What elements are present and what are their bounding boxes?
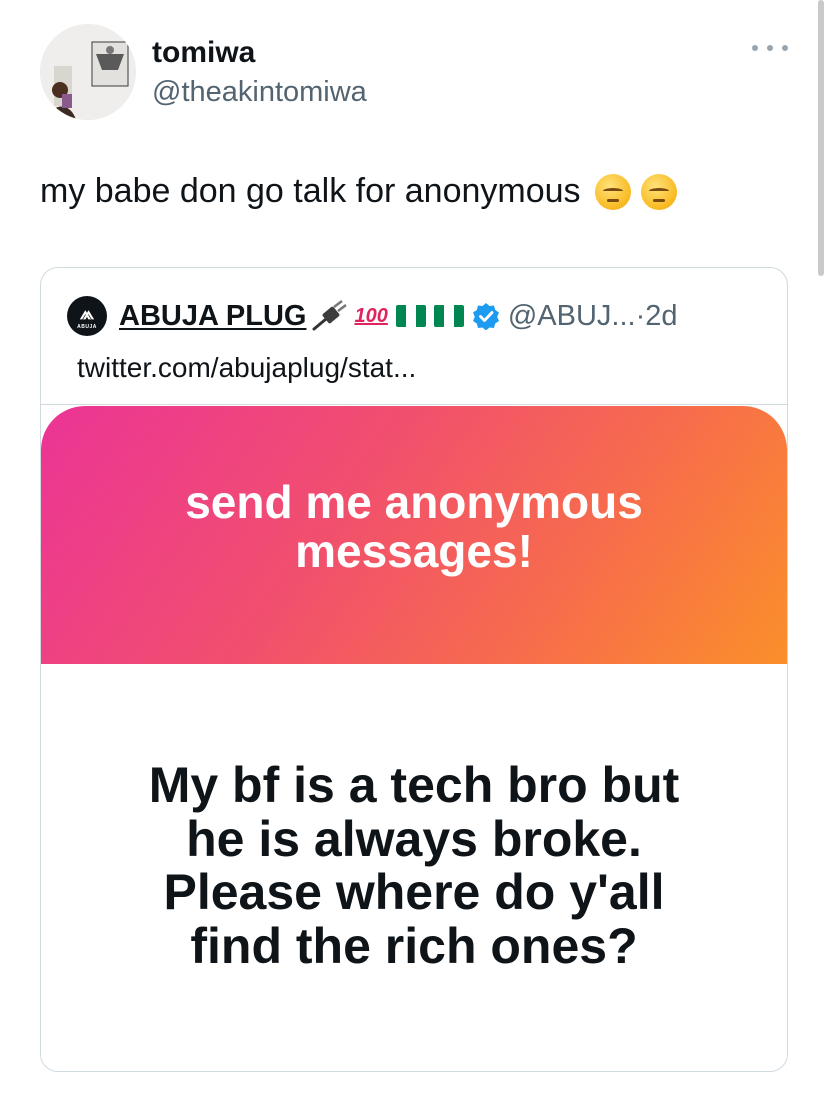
divider [41, 404, 787, 405]
anonymous-message-panel: My bf is a tech bro but he is always bro… [41, 664, 787, 1071]
quoted-author-name[interactable]: ABUJA PLUG [119, 300, 306, 333]
more-options-icon[interactable] [752, 36, 788, 60]
scrollbar[interactable] [818, 0, 824, 276]
banner-title: send me anonymous messages! [185, 476, 643, 577]
timestamp-separator: · [635, 299, 646, 332]
author-handle[interactable]: @theakintomiwa [152, 76, 367, 109]
avatar-logo-icon: ⩕ [79, 303, 95, 323]
anonymous-message-text: My bf is a tech bro but he is always bro… [148, 757, 680, 974]
avatar-logo-text: ABUJA [77, 324, 97, 330]
quoted-author-handle[interactable]: @ABUJ... [508, 300, 636, 333]
quoted-tweet-time[interactable]: 2d [645, 300, 677, 333]
quoted-tweet-header: ⩕ ABUJA ABUJA PLUG 100 @ABUJ... · 2d [67, 296, 678, 336]
tweet-text: my babe don go talk for anonymous [40, 172, 677, 211]
hundred-points-icon: 100 [354, 304, 388, 327]
anonymous-messages-banner: send me anonymous messages! [41, 406, 787, 664]
quoted-tweet-card[interactable]: ⩕ ABUJA ABUJA PLUG 100 @ABUJ... · 2d twi… [40, 267, 788, 1072]
nigeria-flag-icon [395, 305, 426, 327]
electric-plug-icon [312, 300, 348, 331]
author-display-name[interactable]: tomiwa [152, 36, 255, 70]
avatar-photo [40, 24, 136, 120]
nigeria-flag-icon [433, 305, 464, 327]
tweet-text-content: my babe don go talk for anonymous [40, 172, 581, 210]
pensive-face-icon [640, 173, 677, 210]
quoted-author-avatar[interactable]: ⩕ ABUJA [67, 296, 107, 336]
quoted-tweet-link[interactable]: twitter.com/abujaplug/stat... [77, 352, 416, 384]
verified-badge-icon [472, 303, 499, 330]
author-avatar[interactable] [40, 24, 136, 120]
pensive-face-icon [594, 173, 631, 210]
